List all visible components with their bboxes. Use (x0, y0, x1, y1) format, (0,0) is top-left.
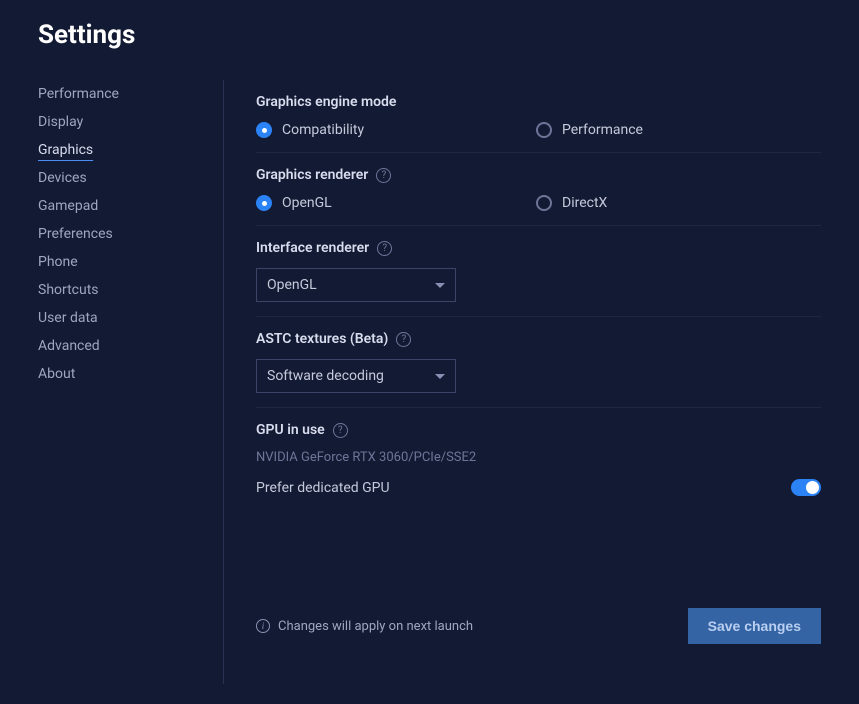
help-icon[interactable]: ? (396, 332, 411, 347)
footer: i Changes will apply on next launch Save… (256, 608, 821, 684)
info-icon: i (256, 619, 270, 633)
gpu-value: NVIDIA GeForce RTX 3060/PCIe/SSE2 (256, 450, 821, 465)
astc-select[interactable]: Software decoding (256, 359, 456, 393)
radio-icon (256, 195, 272, 211)
graphics-renderer-radios: OpenGL DirectX (256, 195, 821, 211)
interface-renderer-label: Interface renderer ? (256, 240, 821, 256)
radio-label: Performance (562, 122, 643, 138)
chevron-down-icon (435, 374, 445, 379)
select-value: Software decoding (267, 368, 384, 384)
radio-directx[interactable]: DirectX (536, 195, 816, 211)
section-astc: ASTC textures (Beta) ? Software decoding (256, 317, 821, 408)
main-panel: Graphics engine mode Compatibility Perfo… (224, 80, 821, 684)
sidebar-item-shortcuts[interactable]: Shortcuts (38, 276, 223, 304)
sidebar-item-display[interactable]: Display (38, 108, 223, 136)
footer-message: i Changes will apply on next launch (256, 619, 473, 634)
sidebar-item-about[interactable]: About (38, 360, 223, 388)
graphics-engine-label: Graphics engine mode (256, 94, 821, 110)
radio-label: OpenGL (282, 195, 332, 211)
sidebar: Performance Display Graphics Devices Gam… (38, 80, 224, 684)
radio-icon (536, 195, 552, 211)
sidebar-item-gamepad[interactable]: Gamepad (38, 192, 223, 220)
sidebar-item-user-data[interactable]: User data (38, 304, 223, 332)
chevron-down-icon (435, 283, 445, 288)
radio-icon (256, 122, 272, 138)
radio-label: DirectX (562, 195, 607, 211)
radio-icon (536, 122, 552, 138)
radio-performance[interactable]: Performance (536, 122, 816, 138)
prefer-gpu-toggle[interactable] (791, 479, 821, 496)
sidebar-item-advanced[interactable]: Advanced (38, 332, 223, 360)
sidebar-item-graphics[interactable]: Graphics (38, 136, 223, 164)
prefer-gpu-label: Prefer dedicated GPU (256, 480, 390, 496)
graphics-renderer-label: Graphics renderer ? (256, 167, 821, 183)
section-graphics-engine: Graphics engine mode Compatibility Perfo… (256, 80, 821, 153)
gpu-label: GPU in use ? (256, 422, 821, 438)
astc-label: ASTC textures (Beta) ? (256, 331, 821, 347)
sidebar-item-performance[interactable]: Performance (38, 80, 223, 108)
section-gpu: GPU in use ? NVIDIA GeForce RTX 3060/PCI… (256, 408, 821, 510)
sidebar-item-preferences[interactable]: Preferences (38, 220, 223, 248)
radio-label: Compatibility (282, 122, 364, 138)
interface-renderer-select[interactable]: OpenGL (256, 268, 456, 302)
graphics-engine-radios: Compatibility Performance (256, 122, 821, 138)
sidebar-item-devices[interactable]: Devices (38, 164, 223, 192)
section-graphics-renderer: Graphics renderer ? OpenGL DirectX (256, 153, 821, 226)
sidebar-item-phone[interactable]: Phone (38, 248, 223, 276)
section-interface-renderer: Interface renderer ? OpenGL (256, 226, 821, 317)
radio-opengl[interactable]: OpenGL (256, 195, 536, 211)
help-icon[interactable]: ? (376, 168, 391, 183)
help-icon[interactable]: ? (377, 241, 392, 256)
prefer-gpu-row: Prefer dedicated GPU (256, 479, 821, 496)
help-icon[interactable]: ? (333, 423, 348, 438)
radio-compatibility[interactable]: Compatibility (256, 122, 536, 138)
page-title: Settings (38, 20, 821, 50)
select-value: OpenGL (267, 277, 317, 293)
save-button[interactable]: Save changes (688, 608, 821, 644)
